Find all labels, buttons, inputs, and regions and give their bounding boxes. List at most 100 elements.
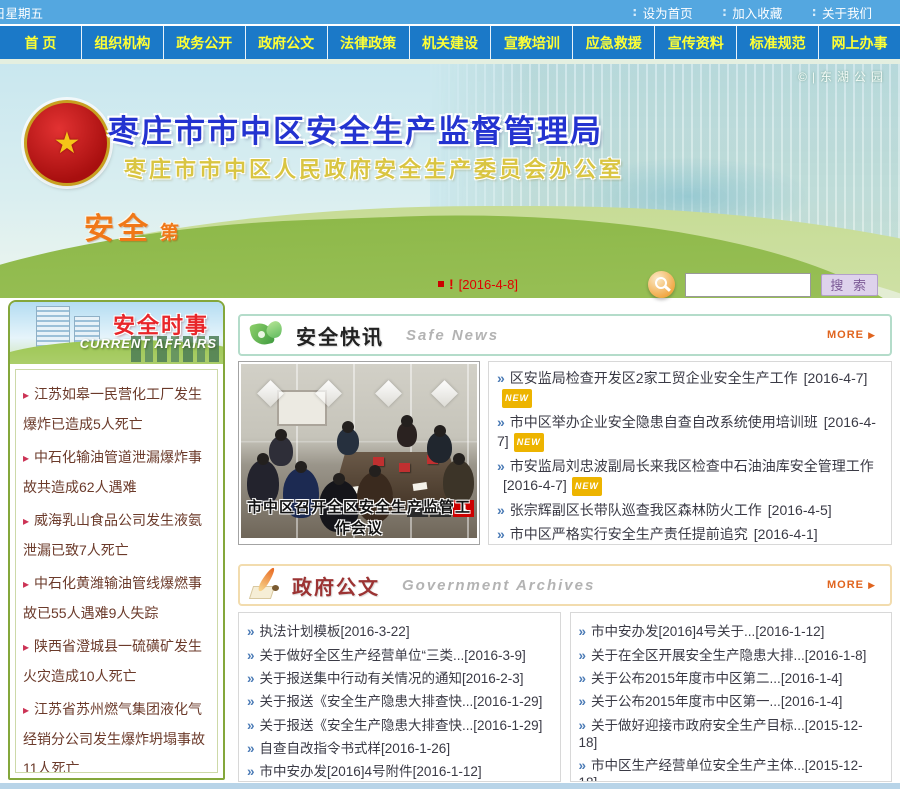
arrow-bullet-icon: ▸ [23,703,29,717]
top-link[interactable]: ∶ 关于我们 [812,3,872,22]
news-item[interactable]: »市中区举办企业安全隐患自查自改系统使用培训班[2016-4-7]NEW [497,410,881,454]
gov-doc-date: [2016-3-22] [341,624,410,639]
top-link[interactable]: ∶ 设为首页 [633,3,693,22]
double-arrow-bullet-icon: » [497,502,505,518]
nav-item[interactable]: 首 页 [0,26,82,59]
gov-doc-date: [2016-1-26] [381,741,450,756]
safe-news-more-link[interactable]: MORE ▶ [827,329,876,341]
sidebar-header: 安全时事 CURRENT AFFAIRS [10,302,223,364]
nav-item[interactable]: 宣传资料 [655,26,737,59]
nav-item[interactable]: 宣教培训 [491,26,573,59]
news-link-text: 市安监局刘忠波副局长来我区检查中石油油库安全管理工作 [510,458,874,474]
nav-item[interactable]: 应急救援 [573,26,655,59]
nav-item-label: 法律政策 [340,33,396,53]
search-input[interactable] [685,273,811,297]
nav-item-label: 应急救援 [586,33,642,53]
gov-doc-date: [2016-1-4] [781,694,843,709]
sidebar-news-item[interactable]: ▸中石化输油管道泄漏爆炸事故共造成62人遇难 [23,443,210,502]
double-arrow-bullet-icon: » [247,694,255,709]
gov-doc-item[interactable]: »执法计划模板[2016-3-22] [247,620,550,643]
sidebar-news-item[interactable]: ▸江苏如皋一民营化工厂发生爆炸已造成5人死亡 [23,380,210,439]
gov-doc-item[interactable]: »关于报送《安全生产隐患大排查快...[2016-1-29] [247,714,550,737]
sidebar-news-item[interactable]: ▸威海乳山食品公司发生液氨泄漏已致7人死亡 [23,506,210,565]
megaphone-icon [250,320,286,350]
announcement-ticker[interactable]: ! [2016-4-8] [438,276,518,292]
new-badge: NEW [514,433,544,452]
gov-doc-item[interactable]: »关于在全区开展安全生产隐患大排...[2016-1-8] [579,643,882,666]
nav-item[interactable]: 政务公开 [164,26,246,59]
gov-docs-title: 政府公文 [292,571,380,600]
nav-item[interactable]: 法律政策 [328,26,410,59]
more-label: MORE [827,329,864,341]
top-link-label: 设为首页 [643,3,693,22]
sidebar-news-list: ▸江苏如皋一民营化工厂发生爆炸已造成5人死亡 ▸中石化输油管道泄漏爆炸事故共造成… [15,369,218,773]
news-photo-slideshow[interactable]: 2 3 4 市中区召开全区安全生产监管工作会议 [238,361,480,545]
news-item[interactable]: »张宗辉副区长带队巡查我区森林防火工作[2016-4-5] [497,498,881,522]
arrow-bullet-icon: ▸ [23,577,29,591]
nav-item[interactable]: 网上办事 [819,26,900,59]
nav-item-label: 标准规范 [750,33,806,53]
double-arrow-bullet-icon: » [579,671,587,686]
sidebar-news-text: 中石化黄潍输油管线爆燃事故已55人遇难9人失踪 [23,575,202,621]
nav-item-label: 组织机构 [94,33,150,53]
top-links: ∶ 设为首页 ∶ 加入收藏 ∶ 关于我们 [633,3,872,22]
gov-doc-item[interactable]: »关于报送《安全生产隐患大排查快...[2016-1-29] [247,690,550,713]
gov-doc-text: 关于报送集中行动有关情况的通知 [260,671,463,686]
gov-doc-item[interactable]: »关于做好迎接市政府安全生产目标...[2015-12-18] [579,714,882,754]
double-arrow-bullet-icon: » [497,414,505,430]
news-link-text: 市中区严格实行安全生产责任提前追究 [510,526,748,542]
news-item[interactable]: »市安监局刘忠波副局长来我区检查中石油油库安全管理工作[2016-4-7]NEW [497,454,881,498]
top-link[interactable]: ∶ 加入收藏 [723,3,783,22]
nav-item[interactable]: 机关建设 [410,26,492,59]
content-area: 安全时事 CURRENT AFFAIRS ▸江苏如皋一民营化工厂发生爆炸已造成5… [8,300,892,782]
safe-news-list: »区安监局检查开发区2家工贸企业安全生产工作[2016-4-7]NEW »市中区… [488,361,892,545]
gov-doc-item[interactable]: »关于报送集中行动有关情况的通知[2016-2-3] [247,667,550,690]
gov-docs-header: 政府公文 Government Archives MORE ▶ [238,564,892,606]
sidebar-news-item[interactable]: ▸中石化黄潍输油管线爆燃事故已55人遇难9人失踪 [23,569,210,628]
main-column: 安全快讯 Safe News MORE ▶ [238,300,892,782]
gov-doc-item[interactable]: »关于公布2015年度市中区第二...[2016-1-4] [579,667,882,690]
search-magnifier-icon[interactable] [648,271,675,298]
search-button[interactable]: 搜 索 [821,274,878,296]
sidebar-news-item[interactable]: ▸陕西省澄城县一硫磺矿发生火灾造成10人死亡 [23,632,210,691]
gov-docs-more-link[interactable]: MORE ▶ [827,579,876,591]
sidebar-current-affairs: 安全时事 CURRENT AFFAIRS ▸江苏如皋一民营化工厂发生爆炸已造成5… [8,300,225,780]
gov-doc-item[interactable]: »自查自改指令书式样[2016-1-26] [247,737,550,760]
nav-item[interactable]: 组织机构 [82,26,164,59]
news-date: [2016-4-7] [804,370,868,386]
gov-doc-item[interactable]: »市中区生产经营单位安全生产主体...[2015-12-18] [579,754,882,782]
double-arrow-bullet-icon: » [497,458,505,474]
gov-doc-item[interactable]: »关于做好全区生产经营单位“三类...[2016-3-9] [247,643,550,666]
new-badge: NEW [572,477,602,496]
double-arrow-bullet-icon: » [579,624,587,639]
photo-caption: 市中区召开全区安全生产监管工作会议 [241,496,477,538]
sidebar-news-item[interactable]: ▸江苏省苏州燃气集团液化气经销分公司发生爆炸坍塌事故11人死亡 [23,695,210,773]
double-arrow-bullet-icon: » [579,694,587,709]
more-arrow-icon: ▶ [868,330,876,340]
double-arrow-bullet-icon: » [497,526,505,542]
news-item[interactable]: »区安监局检查开发区2家工贸企业安全生产工作[2016-4-7]NEW [497,366,881,410]
double-arrow-bullet-icon: » [247,718,255,733]
gov-doc-text: 关于做好迎接市政府安全生产目标... [591,718,805,733]
nav-item[interactable]: 政府公文 [246,26,328,59]
gov-doc-date: [2016-2-3] [462,671,524,686]
star-icon: ★ [54,126,81,161]
gov-doc-item[interactable]: »市中安办发[2016]4号关于...[2016-1-12] [579,620,882,643]
double-arrow-bullet-icon: » [247,624,255,639]
double-arrow-bullet-icon: » [579,718,587,733]
nav-item[interactable]: 标准规范 [737,26,819,59]
double-arrow-bullet-icon: » [247,764,255,779]
gov-doc-date: [2016-1-4] [781,671,843,686]
gov-doc-item[interactable]: »市中安办发[2016]4号附件[2016-1-12] [247,760,550,782]
gov-doc-date: [2016-1-12] [413,764,482,779]
exclaim-icon: ! [449,276,454,292]
gov-doc-text: 市中安办发[2016]4号关于... [591,624,755,639]
sidebar-news-text: 江苏如皋一民营化工厂发生爆炸已造成5人死亡 [23,386,202,432]
news-item[interactable]: »市中区严格实行安全生产责任提前追究[2016-4-1] [497,522,881,545]
colon-divider-icon: ∶ [812,5,816,20]
slogan-big: 安全 [84,213,152,246]
gov-doc-text: 市中区生产经营单位安全生产主体... [591,758,805,773]
gov-docs-list-right: »市中安办发[2016]4号关于...[2016-1-12] »关于在全区开展安… [570,612,893,782]
safe-news-header: 安全快讯 Safe News MORE ▶ [238,314,892,356]
gov-doc-item[interactable]: »关于公布2015年度市中区第一...[2016-1-4] [579,690,882,713]
